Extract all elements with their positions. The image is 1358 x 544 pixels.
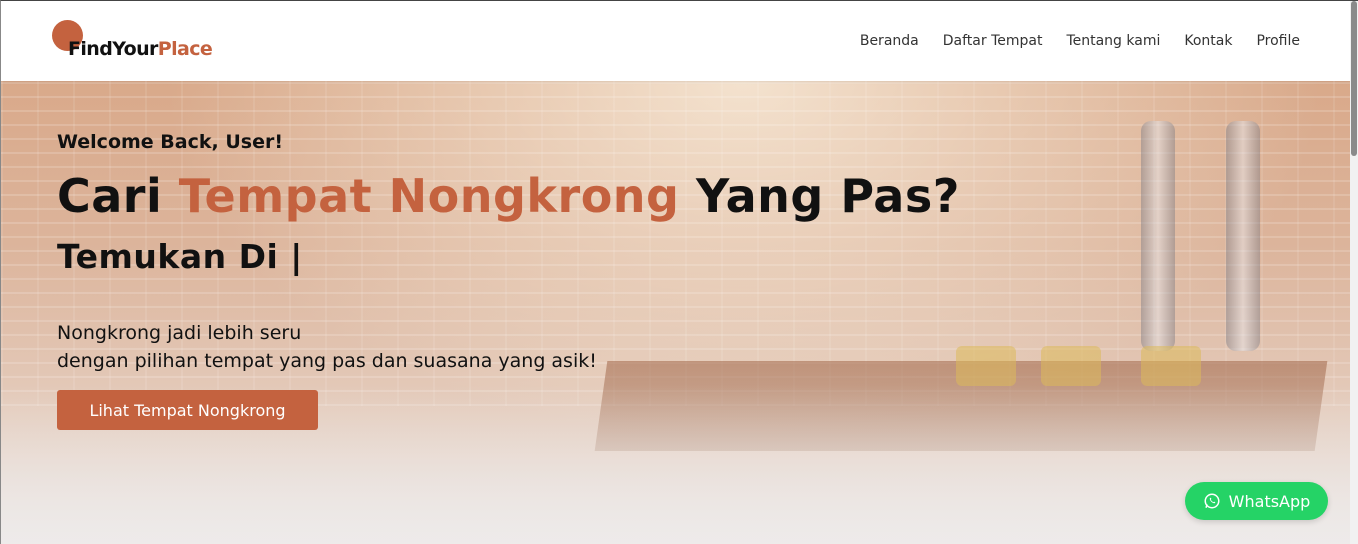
headline-accent: Tempat Nongkrong — [178, 169, 680, 223]
whatsapp-button[interactable]: WhatsApp — [1185, 482, 1328, 520]
nav-link-profile[interactable]: Profile — [1256, 33, 1300, 49]
ski-decoration — [1226, 121, 1260, 351]
brand-name-part2: Place — [157, 38, 213, 60]
whatsapp-icon — [1204, 493, 1220, 509]
description-line2: dengan pilihan tempat yang pas dan suasa… — [57, 350, 597, 372]
headline-part2: Yang Pas? — [679, 169, 960, 223]
scrollbar-thumb[interactable] — [1351, 1, 1357, 156]
nav-link-kontak[interactable]: Kontak — [1184, 33, 1232, 49]
nav-links: Beranda Daftar Tempat Tentang kami Konta… — [860, 33, 1300, 49]
description-line1: Nongkrong jadi lebih seru — [57, 322, 302, 344]
hero-section: Welcome Back, User! Cari Tempat Nongkron… — [1, 81, 1351, 544]
ski-decoration — [1141, 121, 1175, 351]
hero-background-chair — [1041, 346, 1101, 386]
brand-name: FindYourPlace — [68, 38, 213, 60]
scrollbar[interactable] — [1350, 1, 1358, 544]
nav-link-tentang-kami[interactable]: Tentang kami — [1066, 33, 1160, 49]
hero-description: Nongkrong jadi lebih seru dengan pilihan… — [57, 319, 597, 375]
welcome-text: Welcome Back, User! — [57, 131, 283, 153]
view-places-button[interactable]: Lihat Tempat Nongkrong — [57, 390, 318, 430]
hero-background-chair — [1141, 346, 1201, 386]
hero-sub-headline: Temukan Di | — [57, 237, 303, 276]
nav-link-beranda[interactable]: Beranda — [860, 33, 919, 49]
page: FindYourPlace Beranda Daftar Tempat Tent… — [0, 0, 1358, 544]
brand-name-part1: FindYour — [68, 38, 158, 60]
hero-background-chair — [956, 346, 1016, 386]
navbar: FindYourPlace Beranda Daftar Tempat Tent… — [1, 1, 1351, 81]
hero-headline: Cari Tempat Nongkrong Yang Pas? — [57, 169, 960, 223]
whatsapp-label: WhatsApp — [1228, 491, 1311, 511]
headline-part1: Cari — [57, 169, 179, 223]
brand-logo[interactable]: FindYourPlace — [52, 20, 252, 60]
nav-link-daftar-tempat[interactable]: Daftar Tempat — [943, 33, 1043, 49]
